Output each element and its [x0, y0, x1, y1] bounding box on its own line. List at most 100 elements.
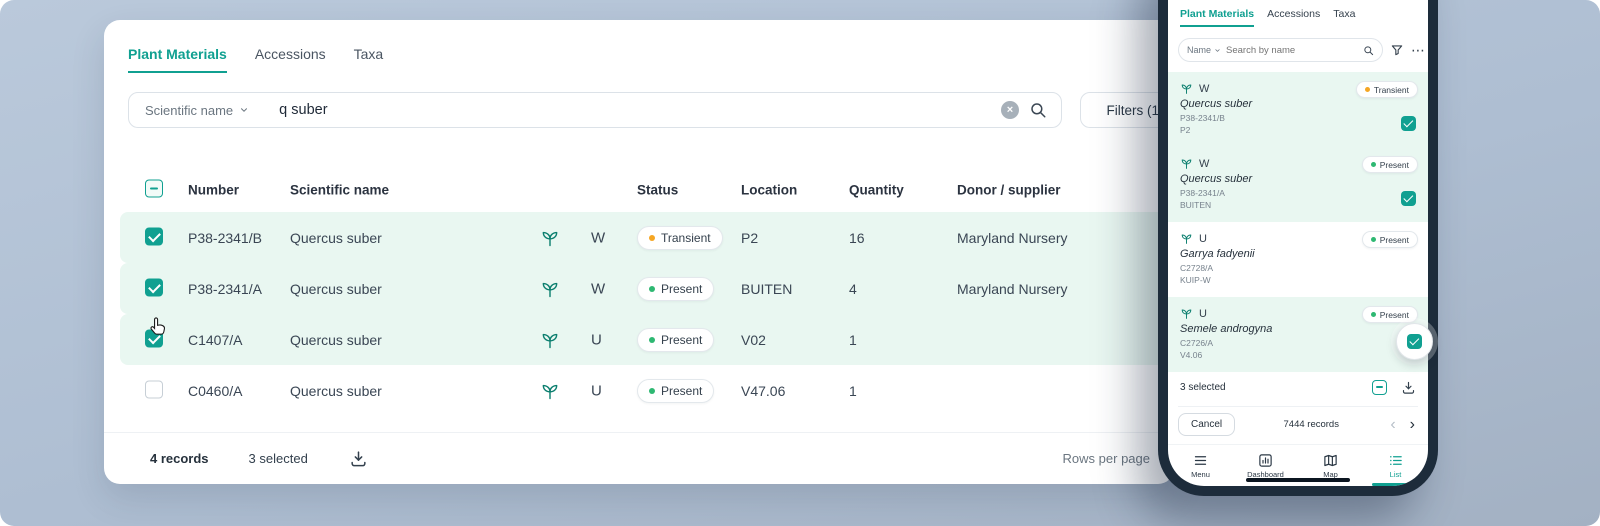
tab-plant-materials[interactable]: Plant Materials [128, 46, 227, 73]
item-number: P38-2341/A [1180, 188, 1225, 198]
nav-item-menu[interactable]: Menu [1168, 445, 1233, 486]
dashboard-icon [1259, 453, 1272, 467]
record-count: 7444 records [1283, 419, 1339, 430]
status-label: Present [661, 383, 703, 398]
item-checkbox[interactable] [1401, 116, 1416, 131]
home-indicator [1246, 478, 1350, 482]
table-row[interactable]: C0460/A Quercus suber U Present V47.06 1 [120, 365, 1174, 416]
status-label: Transient [1373, 84, 1409, 95]
tab-plant-materials[interactable]: Plant Materials [1180, 8, 1255, 27]
next-page-button[interactable]: › [1407, 416, 1418, 434]
status-label: Present [1379, 159, 1409, 170]
cell-type-letter: U [591, 331, 602, 348]
record-count: 4 records [150, 451, 209, 466]
row-checkbox[interactable] [145, 227, 163, 245]
status-dot [649, 387, 655, 394]
mobile-tab-bar: Plant Materials Accessions Taxa [1180, 8, 1355, 27]
previous-page-button[interactable]: ‹ [1387, 416, 1398, 434]
app-background: Plant Materials Accessions Taxa Scientif… [0, 0, 1600, 526]
select-all-checkbox[interactable] [1372, 379, 1387, 395]
cell-number: P38-2341/B [188, 229, 262, 246]
item-type-letter: U [1199, 232, 1207, 245]
search-icon[interactable] [1027, 99, 1049, 121]
selected-count: 3 selected [1180, 381, 1226, 393]
search-field-selector[interactable]: Name [1187, 45, 1221, 55]
mobile-search-row: Name ⋯ [1178, 38, 1425, 62]
item-type-letter: W [1199, 82, 1210, 95]
search-icon[interactable] [1363, 45, 1374, 56]
selected-count: 3 selected [248, 451, 308, 466]
clear-search-button[interactable]: × [1001, 101, 1019, 119]
item-location: BUITEN [1180, 200, 1212, 210]
plant-materials-panel: Plant Materials Accessions Taxa Scientif… [104, 20, 1190, 484]
tab-taxa[interactable]: Taxa [1333, 8, 1355, 27]
plant-materials-icon [540, 228, 560, 248]
filter-button[interactable] [1390, 43, 1404, 57]
chevron-left-icon: ‹ [1390, 415, 1396, 433]
status-label: Present [1379, 309, 1409, 320]
search-input[interactable] [1226, 44, 1359, 56]
cell-donor: Maryland Nursery [957, 280, 1068, 297]
export-button[interactable] [1401, 380, 1416, 395]
floating-select-button[interactable] [1396, 323, 1433, 360]
map-icon [1324, 454, 1337, 466]
tab-taxa[interactable]: Taxa [354, 46, 384, 73]
status-badge: Present [1361, 306, 1418, 323]
nav-item-list[interactable]: List [1363, 445, 1428, 486]
item-location: KUIP-W [1180, 275, 1211, 285]
item-number: C2728/A [1180, 263, 1214, 273]
list-item[interactable]: W Present Quercus suber P38-2341/A BUITE… [1168, 147, 1428, 222]
list-item[interactable]: U Present Garrya fadyenii C2728/A KUIP-W [1168, 222, 1428, 297]
close-icon: × [1006, 104, 1014, 116]
plant-materials-icon [1181, 309, 1192, 319]
status-label: Transient [661, 230, 711, 245]
status-badge: Transient [637, 225, 723, 250]
table-footer: 4 records 3 selected Rows per page [104, 432, 1174, 484]
export-button[interactable] [348, 448, 370, 470]
cell-number: C1407/A [188, 331, 243, 348]
row-checkbox[interactable] [145, 380, 163, 398]
status-dot [1370, 162, 1376, 167]
plant-materials-icon [540, 330, 560, 350]
search-input[interactable] [279, 102, 993, 118]
table-row[interactable]: P38-2341/B Quercus suber W Transient P2 … [120, 212, 1174, 263]
plant-materials-icon [1181, 84, 1192, 94]
nav-label: Menu [1191, 469, 1210, 479]
item-scientific-name: Quercus suber [1180, 173, 1253, 185]
item-number: P38-2341/B [1180, 113, 1225, 123]
header-quantity: Quantity [849, 182, 904, 198]
status-label: Present [661, 281, 703, 296]
cell-location: BUITEN [741, 280, 793, 297]
rows-per-page-label: Rows per page [1062, 451, 1150, 466]
plant-materials-icon [1181, 159, 1192, 169]
cancel-button[interactable]: Cancel [1178, 413, 1236, 436]
cell-quantity: 1 [849, 382, 857, 399]
search-field-selector[interactable]: Scientific name [145, 103, 249, 118]
status-badge: Present [1361, 231, 1418, 248]
status-dot [649, 234, 655, 241]
desktop-tab-bar: Plant Materials Accessions Taxa [128, 46, 383, 73]
list-icon [1390, 455, 1402, 465]
select-all-checkbox[interactable] [145, 179, 163, 198]
cell-type-letter: U [591, 382, 602, 399]
cell-number: P38-2341/A [188, 280, 262, 297]
item-number: C2726/A [1180, 338, 1214, 348]
cell-scientific-name: Quercus suber [290, 382, 382, 399]
tab-accessions[interactable]: Accessions [1267, 8, 1320, 27]
tab-accessions[interactable]: Accessions [255, 46, 326, 73]
status-dot [649, 285, 655, 292]
list-item[interactable]: W Transient Quercus suber P38-2341/B P2 [1168, 72, 1428, 147]
filter-icon [1391, 45, 1403, 56]
mobile-search-bar: Name [1178, 38, 1384, 62]
table-row[interactable]: C1407/A Quercus suber U Present V02 1 [120, 314, 1174, 365]
table-row[interactable]: P38-2341/A Quercus suber W Present BUITE… [120, 263, 1174, 314]
more-options-button[interactable]: ⋯ [1411, 42, 1426, 59]
row-checkbox[interactable] [145, 329, 163, 347]
list-item[interactable]: U Present Semele androgyna C2726/A V4.06 [1168, 297, 1428, 372]
row-checkbox[interactable] [145, 278, 163, 296]
phone-frame: Plant Materials Accessions Taxa Name ⋯ [1158, 0, 1438, 496]
header-location: Location [741, 182, 798, 198]
status-badge: Present [637, 327, 715, 352]
item-checkbox[interactable] [1401, 191, 1416, 206]
status-badge: Present [637, 378, 715, 403]
